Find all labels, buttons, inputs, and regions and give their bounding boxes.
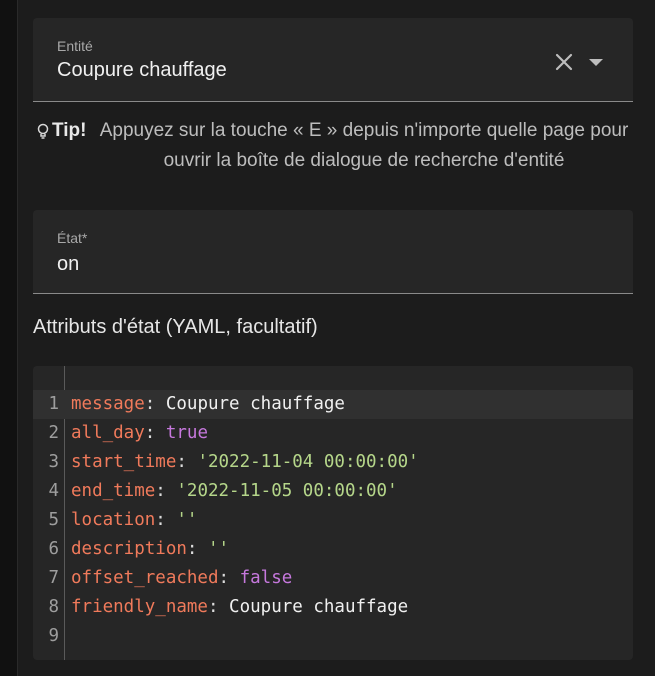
- yaml-value: Coupure chauffage: [229, 597, 409, 617]
- yaml-separator: :: [186, 539, 208, 559]
- yaml-editor[interactable]: 1 message: Coupure chauffage 2 all_day: …: [33, 366, 633, 660]
- line-number: 8: [48, 597, 59, 617]
- yaml-separator: :: [155, 481, 177, 501]
- yaml-value: true: [165, 423, 208, 443]
- yaml-key: end_time: [71, 481, 156, 501]
- code-line[interactable]: 2 all_day: true: [33, 419, 633, 448]
- code-line[interactable]: 5 location: '': [33, 506, 633, 535]
- yaml-key: start_time: [71, 452, 177, 472]
- tip-label: Tip!: [52, 120, 87, 141]
- entity-field-label: Entité: [57, 38, 93, 54]
- yaml-value: '': [207, 539, 230, 559]
- line-number: 5: [48, 510, 59, 530]
- dropdown-arrow-icon[interactable]: [589, 58, 603, 68]
- state-field-value[interactable]: on: [57, 253, 79, 276]
- line-number: 7: [48, 568, 59, 588]
- yaml-key: location: [71, 510, 156, 530]
- yaml-value: '': [176, 510, 198, 530]
- line-number: 2: [48, 423, 59, 443]
- tip-text: Appuyez sur la touche « E » depuis n'imp…: [99, 120, 629, 171]
- yaml-value: Coupure chauffage: [165, 394, 345, 414]
- line-number: 4: [48, 481, 59, 501]
- yaml-key: friendly_name: [71, 597, 208, 617]
- yaml-separator: :: [207, 597, 230, 617]
- entity-picker[interactable]: Entité Coupure chauffage: [33, 18, 633, 102]
- line-number: 1: [48, 394, 59, 414]
- lightbulb-icon: [37, 123, 49, 139]
- yaml-separator: :: [176, 452, 198, 472]
- state-field[interactable]: État* on: [33, 210, 633, 294]
- yaml-separator: :: [144, 423, 166, 443]
- code-line[interactable]: 4 end_time: '2022-11-05 00:00:00': [33, 477, 633, 506]
- code-line[interactable]: 1 message: Coupure chauffage: [33, 390, 633, 419]
- entity-field-value[interactable]: Coupure chauffage: [57, 59, 227, 82]
- yaml-key: offset_reached: [71, 568, 219, 588]
- yaml-separator: :: [218, 568, 240, 588]
- yaml-value: false: [239, 568, 293, 588]
- line-number: 3: [48, 452, 59, 472]
- state-field-label: État*: [57, 230, 88, 246]
- attributes-title: Attributs d'état (YAML, facultatif): [33, 316, 318, 338]
- code-line[interactable]: 8 friendly_name: Coupure chauffage: [33, 593, 633, 622]
- code-line[interactable]: 7 offset_reached: false: [33, 564, 633, 593]
- yaml-key: description: [71, 539, 187, 559]
- close-icon[interactable]: [555, 53, 573, 71]
- yaml-separator: :: [155, 510, 177, 530]
- code-line[interactable]: 9: [33, 622, 633, 651]
- yaml-value: '2022-11-05 00:00:00': [176, 481, 398, 501]
- yaml-key: message: [71, 394, 145, 414]
- yaml-key: all_day: [71, 423, 145, 443]
- line-number: 6: [48, 539, 59, 559]
- yaml-value: '2022-11-04 00:00:00': [197, 452, 419, 472]
- yaml-separator: :: [144, 394, 166, 414]
- line-number: 9: [48, 626, 59, 646]
- code-line[interactable]: 6 description: '': [33, 535, 633, 564]
- code-line[interactable]: 3 start_time: '2022-11-04 00:00:00': [33, 448, 633, 477]
